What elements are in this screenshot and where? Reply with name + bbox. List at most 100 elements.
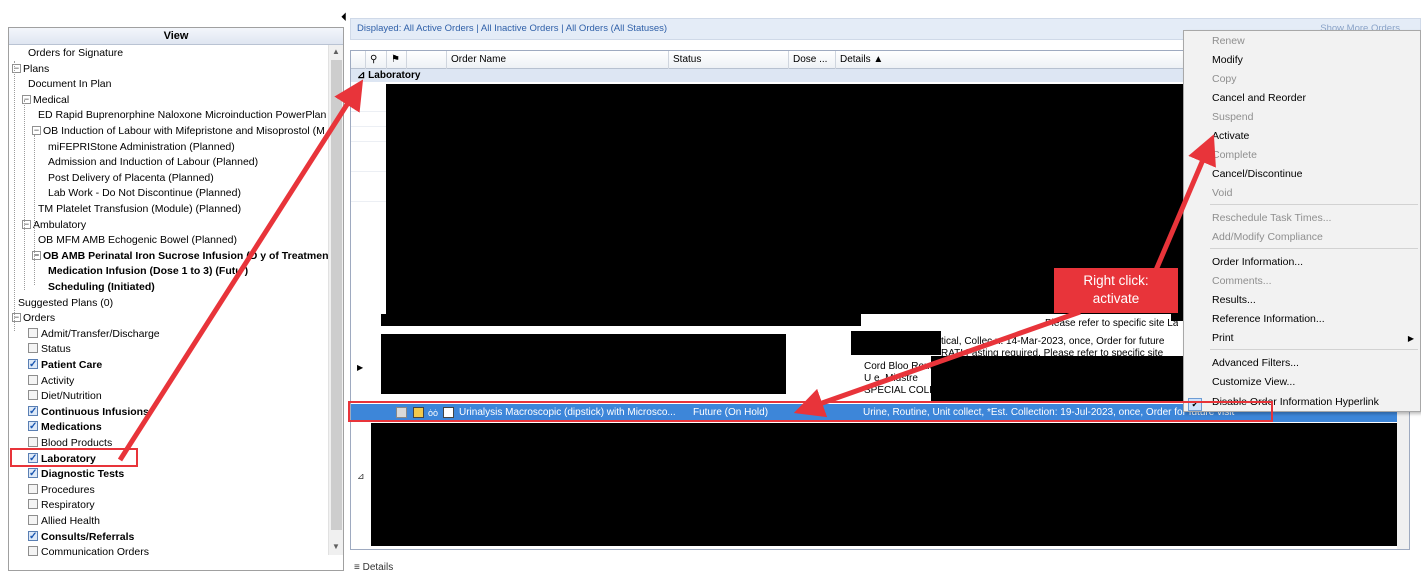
tree-node[interactable]: − Medical	[22, 93, 69, 108]
tree-node[interactable]: − OB Induction of Labour with Mifepriston…	[32, 124, 325, 139]
tree-node[interactable]: Scheduling (Initiated)	[42, 280, 155, 295]
displayed-filter-links[interactable]: Displayed: All Active Orders | All Inact…	[357, 23, 667, 34]
menu-item-reschedule-task-times[interactable]: Reschedule Task Times...	[1184, 209, 1420, 228]
menu-item-label: Customize View...	[1212, 376, 1296, 388]
menu-item-customize-view[interactable]: Customize View...	[1184, 373, 1420, 392]
group-collapse-icon[interactable]: ⊿	[357, 471, 365, 482]
menu-item-suspend[interactable]: Suspend	[1184, 108, 1420, 127]
category-checkbox[interactable]	[28, 404, 38, 419]
details-fragment: 3 +/- 2 day, once, Order	[1056, 192, 1162, 203]
tree-node-label: Procedures	[41, 483, 95, 496]
header-link-icon[interactable]: ⚲	[366, 51, 387, 69]
tree-node[interactable]: Medication Infusion (Dose 1 to 3) (Futu …	[42, 264, 248, 279]
tree-node[interactable]: Orders for Signature	[22, 46, 123, 61]
tree-node[interactable]: − Orders	[12, 311, 55, 326]
menu-item-label: Activate	[1212, 130, 1250, 142]
category-checkbox[interactable]	[28, 327, 38, 338]
tree-node[interactable]: Diet/Nutrition	[22, 389, 102, 404]
menu-item-renew[interactable]: Renew	[1184, 32, 1420, 51]
category-checkbox[interactable]	[28, 466, 38, 481]
tree-node[interactable]: Procedures	[22, 483, 95, 498]
category-checkbox[interactable]	[28, 343, 38, 354]
scroll-up-icon[interactable]: ▲	[332, 47, 340, 56]
tree-node[interactable]: OB MFM AMB Echogenic Bowel (Planned)	[32, 233, 237, 248]
tree-node[interactable]: Respiratory	[22, 498, 95, 513]
tree-node[interactable]: Suggested Plans (0)	[12, 296, 113, 311]
tree-node[interactable]: miFEPRIStone Administration (Planned)	[42, 140, 235, 155]
redacted-block	[851, 331, 941, 355]
category-checkbox[interactable]	[28, 499, 38, 510]
category-checkbox[interactable]	[28, 437, 38, 447]
menu-item-print[interactable]: Print ▶	[1184, 329, 1420, 348]
tree-node[interactable]: Admission and Induction of Labour (Plann…	[42, 155, 258, 170]
menu-item-cancel-and-reorder[interactable]: Cancel and Reorder	[1184, 89, 1420, 108]
menu-item-comments[interactable]: Comments...	[1184, 272, 1420, 291]
menu-item-complete[interactable]: Complete	[1184, 146, 1420, 165]
tree-node-label: OB Induction of Labour with Mifepristone…	[43, 125, 325, 137]
details-fragment: SPECIAL COLL	[864, 385, 935, 396]
menu-item-label: Suspend	[1212, 111, 1254, 123]
category-checkbox[interactable]	[28, 483, 38, 494]
header-dose[interactable]: Dose ...	[789, 51, 836, 69]
menu-item-activate[interactable]: Activate	[1184, 127, 1420, 146]
tree-node-label: Allied Health	[41, 515, 100, 527]
tree-node[interactable]: − OB AMB Perinatal Iron Sucrose Infusion …	[32, 249, 329, 264]
tree-node-label: Orders for Signature	[28, 47, 124, 59]
menu-item-modify[interactable]: Modify	[1184, 51, 1420, 70]
tree-node-label: Communication Orders	[41, 546, 149, 559]
category-checkbox[interactable]	[28, 390, 38, 401]
tree-node[interactable]: Status	[22, 342, 71, 357]
tree-node[interactable]: Post Delivery of Placenta (Planned)	[42, 171, 214, 186]
header-status[interactable]: Status	[669, 51, 789, 69]
redacted-block	[381, 334, 786, 394]
menu-item-void[interactable]: Void	[1184, 184, 1420, 203]
category-checkbox[interactable]	[28, 419, 38, 434]
tree-node-label: Diagnostic Tests	[41, 468, 125, 481]
tree-node[interactable]: Patient Care	[22, 357, 102, 373]
scroll-down-icon[interactable]: ▼	[332, 542, 340, 551]
menu-item-label: Print	[1212, 332, 1234, 344]
category-checkbox[interactable]	[28, 357, 38, 372]
category-checkbox[interactable]	[28, 546, 38, 557]
tree-node[interactable]: Communication Orders	[22, 545, 149, 560]
menu-item-results[interactable]: Results...	[1184, 291, 1420, 310]
menu-item-label: Modify	[1212, 54, 1243, 66]
header-flag-icon[interactable]: ⚑	[387, 51, 407, 69]
collapse-toggle-icon[interactable]: −	[32, 126, 41, 135]
tree-node[interactable]: Document In Plan	[22, 77, 111, 92]
tree-node[interactable]: Consults/Referrals	[22, 529, 134, 545]
tree-node[interactable]: Medications	[22, 419, 102, 435]
tree-node[interactable]: Admit/Transfer/Discharge	[22, 327, 160, 342]
menu-item-add-modify-compliance[interactable]: Add/Modify Compliance	[1184, 228, 1420, 247]
category-checkbox[interactable]	[28, 529, 38, 544]
menu-item-order-information[interactable]: Order Information...	[1184, 253, 1420, 272]
details-pane-header[interactable]: ≡ Details	[354, 562, 393, 573]
group-collapse-icon[interactable]: ⊿	[357, 70, 368, 81]
collapse-panel-icon[interactable]: ⏴	[341, 10, 347, 25]
menu-item-reference-information[interactable]: Reference Information...	[1184, 310, 1420, 329]
category-checkbox[interactable]	[28, 515, 38, 525]
details-label: Details	[362, 562, 394, 573]
menu-item-copy[interactable]: Copy	[1184, 70, 1420, 89]
tree-node-label: Admission and Induction of Labour (Plann…	[48, 156, 259, 169]
tree-node[interactable]: ED Rapid Buprenorphine Naloxone Microind…	[32, 108, 326, 123]
view-panel-title: View	[9, 28, 343, 45]
tree-node[interactable]: Lab Work - Do Not Discontinue (Planned)	[42, 186, 241, 201]
tree-node[interactable]: Continuous Infusions	[22, 404, 149, 420]
tree-node[interactable]: Diagnostic Tests	[22, 466, 125, 482]
tree-node[interactable]: − Ambulatory	[22, 218, 86, 233]
tree-scrollbar[interactable]: ▲ ▼	[328, 45, 343, 555]
tree-node[interactable]: TM Platelet Transfusion (Module) (Planne…	[32, 202, 241, 217]
menu-item-label: Complete	[1212, 149, 1257, 161]
tree-node[interactable]: Allied Health	[22, 514, 100, 529]
tree-node[interactable]: − Plans	[12, 62, 49, 77]
menu-item-cancel-discontinue[interactable]: Cancel/Discontinue	[1184, 165, 1420, 184]
tree-node[interactable]: Activity	[22, 374, 74, 389]
group-label: Laboratory	[368, 70, 421, 81]
tree-line	[24, 100, 25, 290]
tree-node-label: Activity	[41, 374, 75, 387]
header-order-name[interactable]: Order Name	[447, 51, 669, 69]
menu-item-advanced-filters[interactable]: Advanced Filters...	[1184, 354, 1420, 373]
scrollbar-thumb[interactable]	[331, 60, 342, 530]
category-checkbox[interactable]	[28, 374, 38, 385]
